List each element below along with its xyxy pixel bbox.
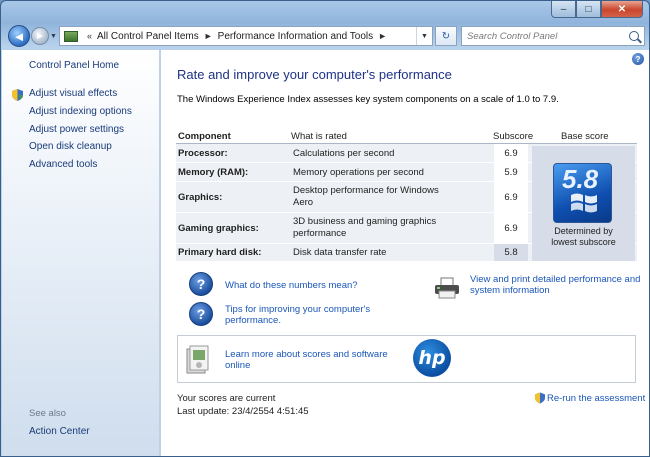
row-component: Gaming graphics: [178, 223, 259, 234]
sidebar: Control Panel Home Adjust visual effects… [2, 50, 160, 456]
last-update-text: Last update: 23/4/2554 4:51:45 [177, 406, 309, 417]
row-subscore: 6.9 [504, 148, 518, 159]
status-text: Your scores are current [177, 393, 276, 404]
search-icon[interactable] [629, 31, 639, 41]
recent-pages-dropdown-icon[interactable]: ▼ [50, 33, 58, 40]
address-bar[interactable]: « All Control Panel Items ► Performance … [59, 26, 433, 46]
see-also-heading: See also [29, 408, 66, 419]
breadcrumb-performance[interactable]: Performance Information and Tools [218, 31, 373, 42]
hp-logo[interactable]: hp [413, 339, 451, 377]
chevron-icon[interactable]: « [87, 31, 92, 41]
control-panel-icon [64, 30, 78, 42]
sidebar-item-open-disk-cleanup[interactable]: Open disk cleanup [29, 141, 112, 152]
intro-text: The Windows Experience Index assesses ke… [177, 94, 559, 105]
row-subscore: 6.9 [504, 192, 518, 203]
address-dropdown-icon[interactable]: ▼ [416, 27, 432, 45]
sidebar-item-adjust-power-settings[interactable]: Adjust power settings [29, 124, 124, 135]
maximize-button[interactable]: □ [576, 1, 601, 18]
minimize-button[interactable]: – [551, 1, 576, 18]
base-caption-line1: Determined by [554, 226, 613, 236]
sidebar-item-adjust-indexing-options[interactable]: Adjust indexing options [29, 106, 132, 117]
sidebar-control-panel-home[interactable]: Control Panel Home [29, 60, 119, 71]
header-subscore: Subscore [493, 131, 534, 142]
row-rated: Disk data transfer rate [293, 247, 387, 258]
forward-button[interactable]: ► [31, 27, 49, 45]
back-button[interactable]: ◄ [8, 25, 30, 47]
close-button[interactable]: ✕ [601, 1, 643, 18]
row-rated: Calculations per second [293, 148, 395, 159]
main-content: ? Rate and improve your computer's perfo… [161, 50, 649, 456]
row-component: Processor: [178, 148, 228, 159]
base-score-badge: 5.8 [553, 163, 612, 223]
row-rated: Memory operations per second [293, 167, 424, 178]
header-base-score: Base score [561, 131, 609, 142]
printer-icon[interactable] [433, 277, 461, 299]
row-rated: 3D business and gaming graphics performa… [293, 216, 437, 239]
windows-flag-icon [571, 193, 597, 213]
base-score-caption: Determined by lowest subscore [532, 226, 635, 248]
question-icon[interactable]: ? [189, 302, 213, 326]
window: – □ ✕ ◄ ► ▼ « All Control Panel Items ► … [0, 0, 650, 457]
link-line[interactable]: View and print detailed performance and [470, 274, 640, 285]
question-icon[interactable]: ? [189, 272, 213, 296]
row-subscore: 6.9 [504, 223, 518, 234]
base-score-panel: 5.8 Determined by lowest subscore [532, 146, 635, 261]
link-rerun-assessment[interactable]: Re-run the assessment [547, 393, 645, 404]
row-component: Graphics: [178, 192, 223, 203]
header-what-is-rated: What is rated [291, 131, 347, 142]
row-rated: Desktop performance for Windows Aero [293, 185, 439, 208]
link-line[interactable]: performance. [225, 315, 370, 326]
link-line[interactable]: system information [470, 285, 640, 296]
row-component: Primary hard disk: [178, 247, 262, 258]
breadcrumb-all-items[interactable]: All Control Panel Items [97, 31, 199, 42]
software-box-icon [186, 345, 209, 374]
breadcrumb-separator-icon[interactable]: ► [378, 31, 387, 41]
software-panel: Learn more about scores and software onl… [177, 335, 636, 383]
page-title: Rate and improve your computer's perform… [177, 67, 452, 82]
link-what-do-numbers-mean[interactable]: What do these numbers mean? [225, 280, 358, 291]
sidebar-item-advanced-tools[interactable]: Advanced tools [29, 159, 97, 170]
link-view-print-details[interactable]: View and print detailed performance and … [470, 274, 640, 296]
row-subscore: 5.9 [504, 167, 518, 178]
help-icon[interactable]: ? [632, 53, 644, 65]
row-component: Memory (RAM): [178, 167, 249, 178]
uac-shield-icon [12, 89, 23, 101]
search-placeholder: Search Control Panel [467, 30, 558, 42]
navigation-bar: ◄ ► ▼ « All Control Panel Items ► Perfor… [1, 21, 649, 49]
breadcrumb-separator-icon[interactable]: ► [204, 31, 213, 41]
score-table: Component What is rated Subscore Base sc… [176, 128, 637, 262]
uac-shield-icon [535, 392, 545, 404]
link-learn-more-scores[interactable]: Learn more about scores and software onl… [225, 349, 388, 371]
link-tips-improving-performance[interactable]: Tips for improving your computer's perfo… [225, 304, 370, 326]
search-input[interactable]: Search Control Panel [461, 26, 645, 46]
refresh-button[interactable]: ↻ [435, 26, 457, 46]
header-component: Component [178, 131, 231, 142]
sidebar-item-adjust-visual-effects[interactable]: Adjust visual effects [29, 88, 117, 99]
row-subscore: 5.8 [504, 247, 518, 258]
link-line[interactable]: online [225, 360, 388, 371]
table-header: Component What is rated Subscore Base sc… [176, 128, 637, 144]
sidebar-item-action-center[interactable]: Action Center [29, 426, 90, 437]
caption-buttons: – □ ✕ [551, 1, 643, 18]
base-caption-line2: lowest subscore [551, 237, 616, 247]
link-line[interactable]: Learn more about scores and software [225, 349, 388, 360]
link-line[interactable]: Tips for improving your computer's [225, 304, 370, 315]
